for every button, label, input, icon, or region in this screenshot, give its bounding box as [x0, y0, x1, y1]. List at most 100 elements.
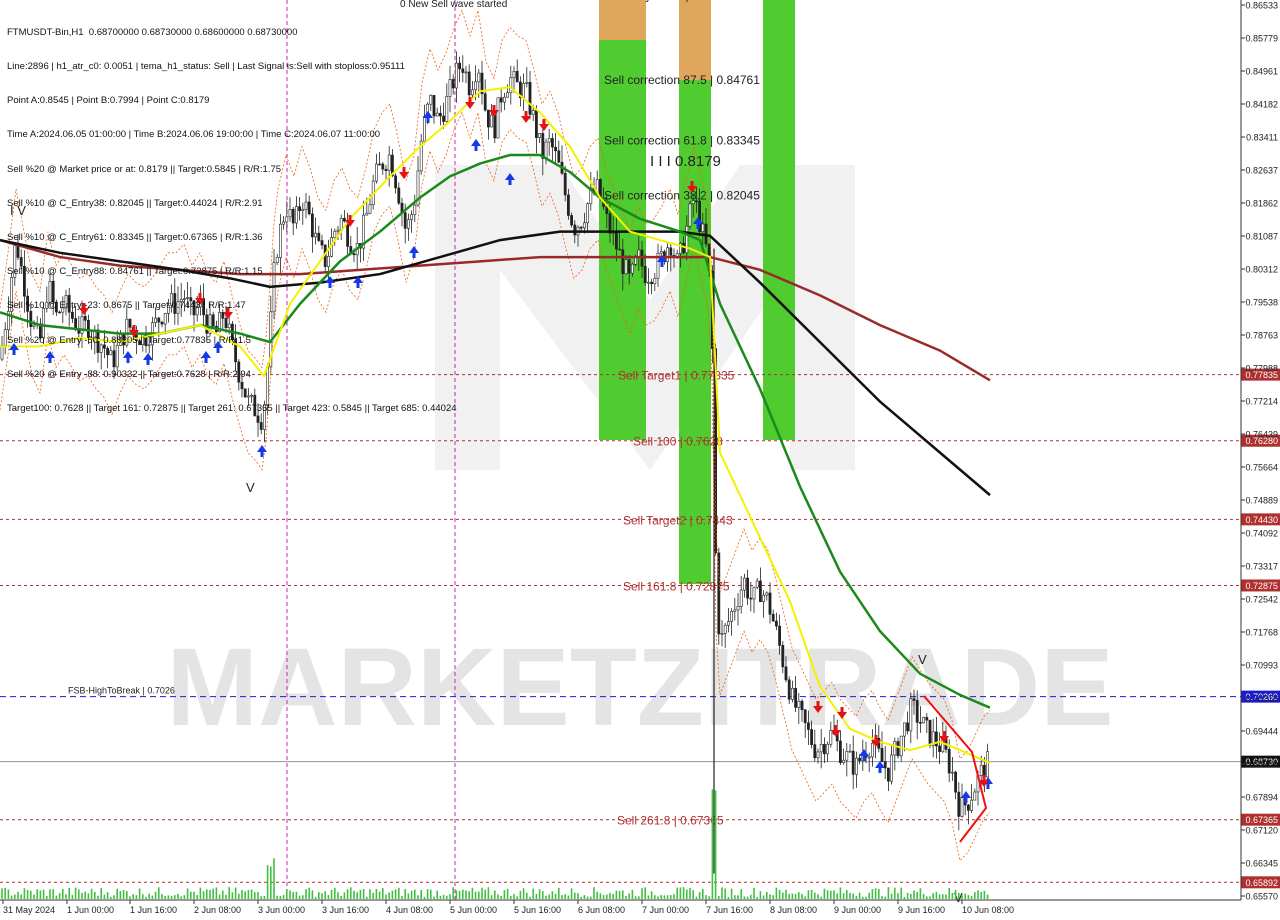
- volume-bar: [785, 889, 787, 899]
- volume-bar: [935, 891, 938, 899]
- volume-bar: [727, 896, 730, 899]
- volume-bar: [302, 895, 304, 899]
- candle-body: [646, 281, 650, 284]
- candle-body: [880, 748, 884, 762]
- volume-bar: [506, 888, 509, 899]
- volume-bar: [292, 892, 294, 899]
- volume-bar: [881, 896, 883, 899]
- volume-bar: [170, 895, 173, 899]
- price-tick-label: 0.69444: [1245, 727, 1278, 737]
- volume-bar: [378, 891, 381, 899]
- candle-body: [758, 580, 762, 602]
- volume-bar: [142, 894, 144, 899]
- volume-bar: [490, 895, 493, 899]
- volume-bar: [417, 895, 419, 899]
- volume-bar: [740, 889, 742, 899]
- volume-bar: [852, 893, 854, 899]
- price-tick-label: 0.68669: [1245, 760, 1278, 770]
- volume-bar: [708, 896, 710, 899]
- volume-bar: [145, 896, 147, 899]
- volume-bar: [113, 895, 115, 899]
- level-label: Sell correction 87.5 | 0.84761: [604, 73, 760, 87]
- candle-body: [691, 200, 695, 205]
- price-tick-label: 0.66345: [1245, 859, 1278, 869]
- candle-body: [3, 329, 7, 346]
- volume-bar: [343, 892, 346, 899]
- level-label: Sell correction 61.8 | 0.83345: [604, 133, 760, 147]
- price-tick-label: 0.77988: [1245, 364, 1278, 374]
- candle-body: [630, 263, 634, 274]
- volume-bar: [327, 895, 330, 899]
- volume-bar: [964, 893, 966, 899]
- volume-bar: [670, 895, 672, 899]
- candle-body: [461, 68, 465, 73]
- volume-bar: [980, 891, 982, 899]
- volume-bar: [62, 889, 64, 899]
- time-tick-label: 3 Jun 16:00: [322, 905, 369, 915]
- time-tick-label: 5 Jun 16:00: [514, 905, 561, 915]
- candle-body: [470, 89, 474, 96]
- volume-bar: [458, 890, 461, 899]
- volume-bar: [986, 894, 989, 899]
- price-tick-label: 0.65570: [1245, 892, 1278, 902]
- candle-body: [842, 759, 846, 763]
- volume-bar: [279, 895, 282, 899]
- volume-bar: [759, 891, 762, 899]
- volume-bar: [606, 894, 608, 899]
- volume-bar: [218, 894, 221, 899]
- volume-bar: [103, 894, 106, 899]
- volume-bar: [382, 888, 384, 899]
- volume-bar: [951, 892, 954, 899]
- volume-bar: [625, 895, 627, 899]
- time-tick-label: 1 Jun 16:00: [130, 905, 177, 915]
- time-tick-label: 9 Jun 16:00: [898, 905, 945, 915]
- volume-bar: [676, 887, 678, 899]
- info-line: Sell %10 @ C_Entry61: 0.83345 || Target:…: [7, 232, 263, 244]
- volume-bar: [135, 895, 138, 899]
- candle-body: [957, 791, 961, 817]
- candle-body: [464, 71, 468, 74]
- volume-bar: [654, 895, 656, 899]
- volume-bar: [46, 895, 48, 899]
- volume-bar: [481, 887, 483, 899]
- candle-body: [493, 114, 497, 139]
- volume-bar: [289, 890, 291, 899]
- volume-bar: [874, 888, 877, 899]
- volume-bar: [801, 894, 803, 899]
- volume-bar: [433, 896, 435, 899]
- volume-bar: [122, 889, 125, 899]
- candle-body: [486, 109, 490, 128]
- candle-body: [938, 745, 942, 752]
- volume-bar: [110, 896, 112, 899]
- candle-body: [848, 750, 852, 753]
- volume-bar: [39, 890, 42, 899]
- volume-bar: [148, 893, 150, 899]
- volume-bar: [865, 896, 867, 899]
- volume-bar: [430, 889, 432, 899]
- time-tick-label: 6 Jun 08:00: [578, 905, 625, 915]
- volume-bar: [129, 896, 131, 899]
- volume-bar: [420, 889, 422, 899]
- volume-bar: [231, 892, 234, 899]
- info-line: Sell %10 @ C_Entry88: 0.84761 || Target:…: [7, 266, 263, 278]
- candle-body: [803, 709, 807, 724]
- candle-body: [653, 277, 657, 285]
- volume-bar: [638, 896, 640, 899]
- volume-bar: [842, 893, 845, 899]
- candle-body: [787, 679, 791, 700]
- volume-bar: [100, 888, 102, 899]
- candle-body: [947, 749, 951, 774]
- volume-bar: [14, 894, 16, 899]
- wave-label-iii: I I I 0.8179: [650, 153, 721, 170]
- volume-bar: [574, 892, 576, 899]
- volume-bar: [970, 895, 973, 899]
- volume-bar: [804, 896, 806, 899]
- volume-bar: [273, 858, 275, 899]
- candle-body: [970, 799, 974, 811]
- volume-bar: [401, 896, 403, 899]
- volume-bar: [462, 889, 464, 899]
- volume-bar: [794, 893, 797, 899]
- volume-bar: [186, 888, 189, 899]
- volume-bar: [567, 895, 570, 899]
- volume-bar: [542, 891, 544, 899]
